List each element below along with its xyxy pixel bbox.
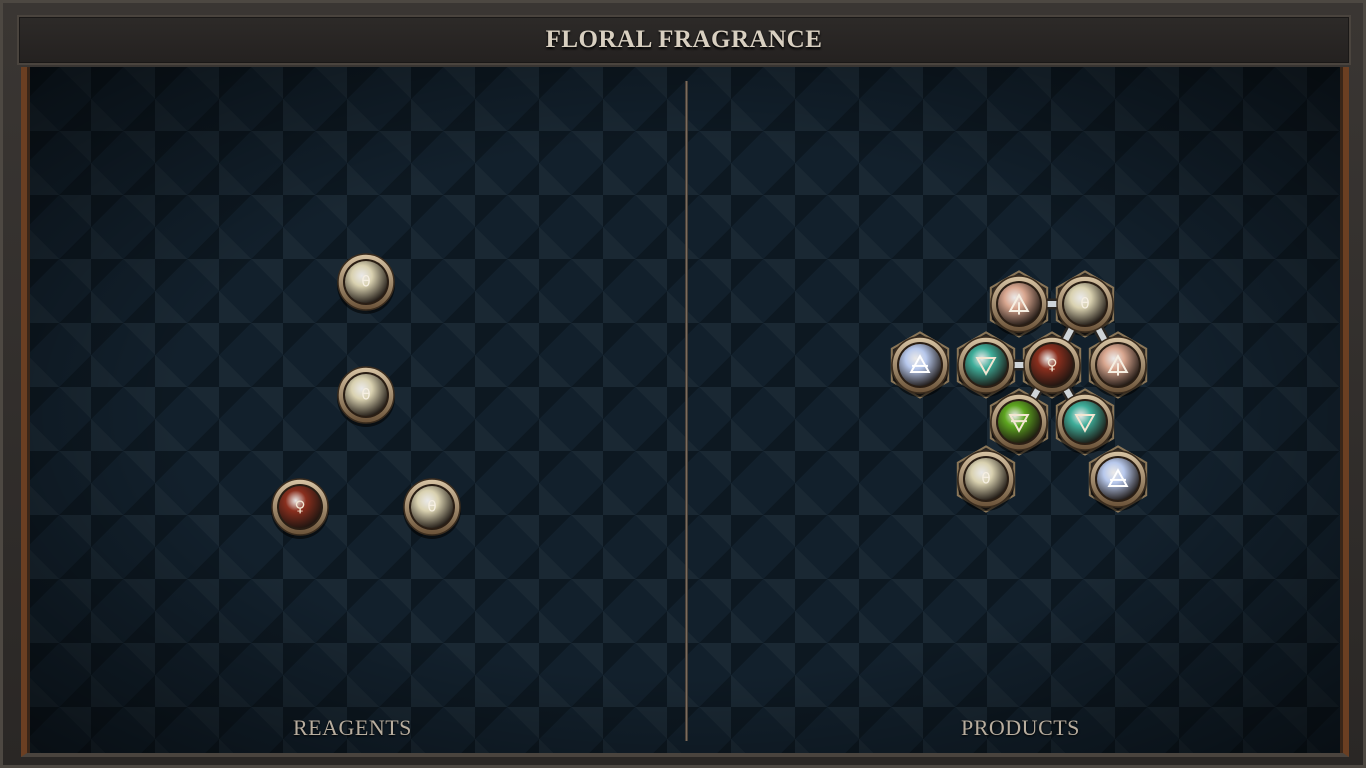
puzzle-title: FLORAL FRAGRANCE — [545, 26, 823, 53]
svg-text:♀: ♀ — [1046, 356, 1057, 374]
product-atom-core — [891, 336, 949, 394]
product-atom-core — [990, 275, 1048, 333]
reagents-label: REAGENTS — [293, 715, 412, 740]
product-atom-core: θ — [1056, 275, 1114, 333]
product-atom-core — [1089, 450, 1147, 508]
salt-icon: θ — [981, 470, 990, 488]
svg-text:θ: θ — [981, 470, 990, 488]
product-atom-core — [1056, 393, 1114, 451]
product-atom-core — [1089, 336, 1147, 394]
puzzle-board: θθ♀θ θ♀θθ♀θ REAGENTS PRODUCTS — [21, 67, 1349, 757]
product-atom-core: ♀ — [1023, 336, 1081, 394]
products-panel: θ♀θθ♀θ — [890, 270, 1148, 513]
svg-text:θ: θ — [1080, 295, 1089, 313]
salt-icon: θ — [1080, 295, 1089, 313]
title-bar: FLORAL FRAGRANCE — [17, 15, 1351, 65]
products-label: PRODUCTS — [961, 715, 1080, 740]
product-atom-core — [990, 393, 1048, 451]
product-atom-core — [957, 336, 1015, 394]
product-atom-core: θ — [957, 450, 1015, 508]
copper-icon: ♀ — [1046, 356, 1057, 374]
puzzle-frame: FLORAL FRAGRANCE θθ♀θ θ♀θθ♀θ REAGENTS PR… — [0, 0, 1366, 768]
